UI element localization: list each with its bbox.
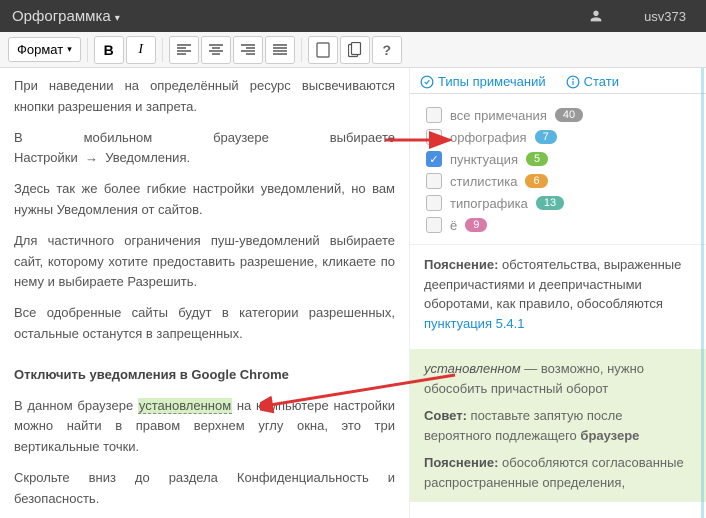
- checkbox[interactable]: [426, 129, 442, 145]
- editor[interactable]: При наведении на определённый ресурс выс…: [0, 68, 410, 518]
- count-badge: 6: [525, 174, 547, 188]
- checkbox[interactable]: [426, 173, 442, 189]
- paragraph: Для частичного ограничения пуш-уведомлен…: [14, 231, 395, 293]
- align-justify-button[interactable]: [265, 36, 295, 64]
- tab-statistics[interactable]: Стати: [566, 74, 619, 89]
- align-left-button[interactable]: [169, 36, 199, 64]
- filter-typography[interactable]: типографика13: [426, 192, 690, 214]
- rule-link[interactable]: пунктуация 5.4.1: [424, 316, 525, 331]
- paragraph: В мобильном браузере выбираете Настройки…: [14, 128, 395, 170]
- check-circle-icon: [420, 75, 434, 89]
- align-center-button[interactable]: [201, 36, 231, 64]
- caret-down-icon: ▾: [67, 44, 72, 55]
- filters: все примечания40 орфография7 пунктуация5…: [410, 94, 706, 245]
- checkbox[interactable]: [426, 195, 442, 211]
- filter-all[interactable]: все примечания40: [426, 104, 690, 126]
- suggestion-panel: установленном — возможно, нужно обособит…: [410, 349, 706, 502]
- page-button[interactable]: [308, 36, 338, 64]
- toolbar: Формат▾ B I ?: [0, 32, 706, 68]
- user-icon[interactable]: [588, 8, 604, 24]
- align-right-button[interactable]: [233, 36, 263, 64]
- brand[interactable]: Орфограммка▾: [12, 8, 120, 25]
- filter-stylistics[interactable]: стилистика6: [426, 170, 690, 192]
- italic-button[interactable]: I: [126, 36, 156, 64]
- topbar: Орфограммка▾ usv373: [0, 0, 706, 32]
- paragraph: В данном браузере установленном на компь…: [14, 396, 395, 458]
- bold-button[interactable]: B: [94, 36, 124, 64]
- paragraph: Скрольте вниз до раздела Конфиденциально…: [14, 468, 395, 510]
- count-badge: 13: [536, 196, 564, 210]
- heading: Отключить уведомления в Google Chrome: [14, 365, 395, 386]
- checkbox[interactable]: [426, 217, 442, 233]
- sidebar: Типы примечаний Стати все примечания40 о…: [410, 68, 706, 518]
- checkbox[interactable]: [426, 107, 442, 123]
- filter-yo[interactable]: ё9: [426, 214, 690, 236]
- checkbox[interactable]: [426, 151, 442, 167]
- help-button[interactable]: ?: [372, 36, 402, 64]
- username[interactable]: usv373: [644, 9, 686, 24]
- scrollbar[interactable]: [701, 68, 704, 518]
- filter-punctuation[interactable]: пунктуация5: [426, 148, 690, 170]
- highlighted-word[interactable]: установленном: [138, 398, 232, 414]
- info-icon: [566, 75, 580, 89]
- filter-orthography[interactable]: орфография7: [426, 126, 690, 148]
- paragraph: Все одобренные сайты будут в категории р…: [14, 303, 395, 345]
- count-badge: 9: [465, 218, 487, 232]
- paragraph: Здесь так же более гибкие настройки увед…: [14, 179, 395, 221]
- copy-button[interactable]: [340, 36, 370, 64]
- tab-note-types[interactable]: Типы примечаний: [420, 74, 546, 89]
- format-dropdown[interactable]: Формат▾: [8, 37, 81, 62]
- count-badge: 40: [555, 108, 583, 122]
- count-badge: 7: [535, 130, 557, 144]
- caret-down-icon: ▾: [115, 13, 120, 24]
- explanation-panel: Пояснение: обстоятельства, выраженные де…: [410, 245, 706, 343]
- paragraph: При наведении на определённый ресурс выс…: [14, 76, 395, 118]
- count-badge: 5: [526, 152, 548, 166]
